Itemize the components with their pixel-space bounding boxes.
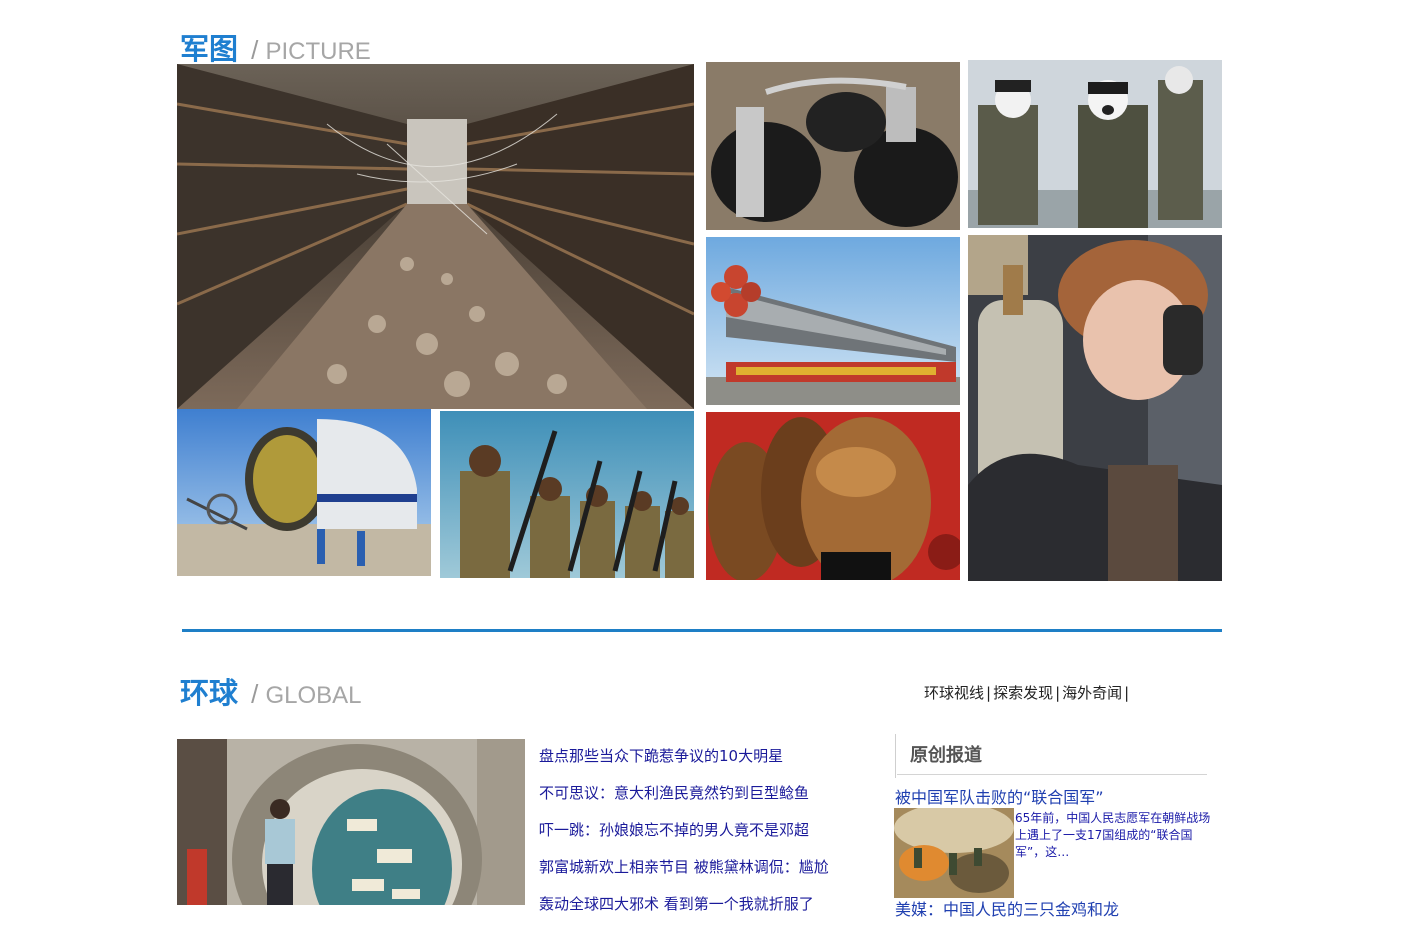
grenades-image [706,62,960,230]
shelves-image [177,64,694,409]
global-section-title: 环球 [180,676,239,710]
original-reports-heading: 原创报道 [910,745,982,766]
photo-female-sailor[interactable] [968,235,1222,581]
original-report-summary: 65年前，中国人民志愿军在朝鲜战场上遇上了一支17国组成的“联合国军”，这… [1015,811,1211,859]
plane-image [177,409,431,576]
nav-link-overseas-oddities[interactable]: 海外奇闻 [1062,684,1122,702]
list-item: 轰动全球四大邪术 看到第一个我就折服了 [539,892,829,929]
rocket-image [706,237,960,405]
original-report-title[interactable]: 被中国军队击败的“联合国军” [895,784,1104,808]
photo-rocket-transport[interactable] [706,237,960,405]
photo-facepaint-soldiers[interactable] [968,60,1222,228]
news-link[interactable]: 郭富城新欢上相亲节目 被熊黛林调侃：尴尬 [539,858,829,876]
original-report-thumbnail[interactable] [894,808,1014,898]
news-link[interactable]: 轰动全球四大邪术 看到第一个我就折服了 [539,895,814,913]
rifles-image [440,411,694,578]
news-link[interactable]: 不可思议：意大利渔民竟然钓到巨型鲶鱼 [539,784,809,802]
list-item: 吓一跳：孙娘娘忘不掉的男人竟不是邓超 [539,818,829,855]
nav-link-discovery[interactable]: 探索发现 [993,684,1053,702]
global-news-list: 盘点那些当众下跪惹争议的10大明星 不可思议：意大利渔民竟然钓到巨型鲶鱼 吓一跳… [539,744,829,929]
nav-separator: | [986,684,992,702]
battle-painting-image [894,808,1014,898]
global-section-slash: / [251,679,259,709]
list-item: 郭富城新欢上相亲节目 被熊黛林调侃：尴尬 [539,855,829,892]
bodybuilder-image [706,412,960,580]
news-link[interactable]: 吓一跳：孙娘娘忘不掉的男人竟不是邓超 [539,821,809,839]
sailor-image [968,235,1222,581]
picture-section-slash: / [251,35,259,65]
photo-global-feature[interactable] [177,739,525,905]
section-divider [182,629,1222,632]
original-report-next-title[interactable]: 美媒：中国人民的三只金鸡和龙 [895,896,1119,920]
photo-abandoned-store[interactable] [177,64,694,409]
list-item: 盘点那些当众下跪惹争议的10大明星 [539,744,829,781]
global-nav: 环球视线 | 探索发现 | 海外奇闻 | [924,682,1131,703]
global-section-subtitle: GLOBAL [265,682,362,709]
global-section-header: 环球 / GLOBAL [180,670,362,710]
original-box-border [895,734,896,778]
picture-section-title: 军图 [180,32,239,66]
nav-separator: | [1124,684,1130,702]
picture-section-header: 军图 / PICTURE [180,26,371,66]
nav-link-global-view[interactable]: 环球视线 [924,684,984,702]
soldiers-image [968,60,1222,228]
photo-grenades[interactable] [706,62,960,230]
photo-soldiers-rifles[interactable] [440,411,694,578]
picture-section-subtitle: PICTURE [265,38,371,65]
news-link[interactable]: 盘点那些当众下跪惹争议的10大明星 [539,747,783,765]
list-item: 不可思议：意大利渔民竟然钓到巨型鲶鱼 [539,781,829,818]
vault-art-image [177,739,525,905]
photo-bodybuilders[interactable] [706,412,960,580]
original-heading-underline [897,774,1207,775]
photo-cargo-plane[interactable] [177,409,431,576]
nav-separator: | [1055,684,1061,702]
